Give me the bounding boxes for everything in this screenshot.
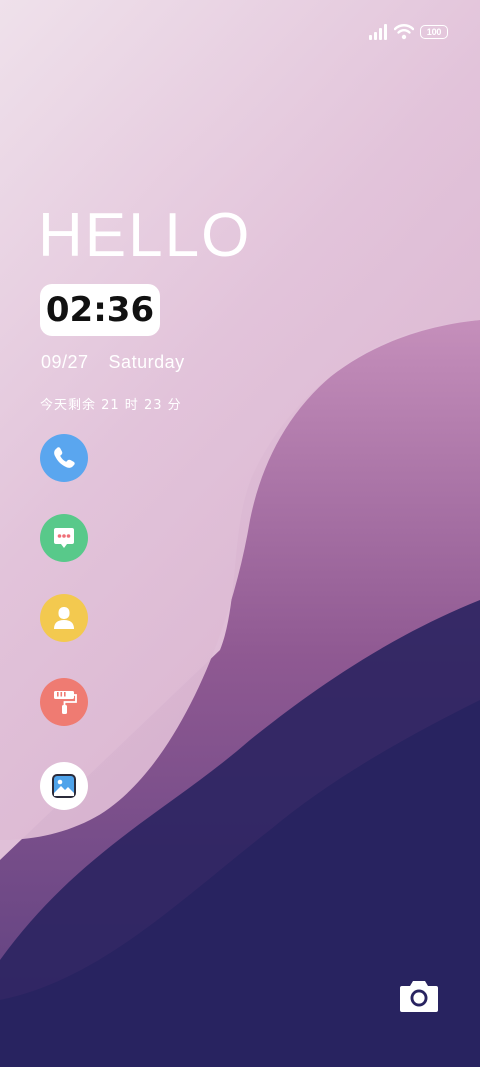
weekday: Saturday: [108, 352, 185, 372]
gallery-shortcut[interactable]: [40, 762, 88, 810]
wifi-icon: [394, 24, 414, 40]
gallery-icon: [52, 774, 76, 798]
paint-roller-icon: [54, 691, 77, 714]
phone-shortcut[interactable]: [40, 434, 88, 482]
battery-level: 100: [426, 27, 442, 37]
message-icon: [54, 528, 74, 548]
greeting-text: HELLO: [38, 201, 252, 270]
remaining-time: 今天剩余 21 时 23 分: [40, 398, 182, 413]
camera-icon[interactable]: [398, 978, 440, 1014]
status-bar: 100: [368, 24, 448, 40]
messages-shortcut[interactable]: [40, 514, 88, 562]
battery-icon: 100: [420, 25, 448, 39]
date-row: 09/27 Saturday: [41, 352, 185, 373]
phone-icon: [54, 447, 75, 468]
contacts-shortcut[interactable]: [40, 594, 88, 642]
contact-icon: [54, 607, 74, 629]
date: 09/27: [41, 352, 89, 372]
themes-shortcut[interactable]: [40, 678, 88, 726]
clock[interactable]: 02:36: [40, 284, 160, 336]
signal-icon: [369, 24, 387, 40]
